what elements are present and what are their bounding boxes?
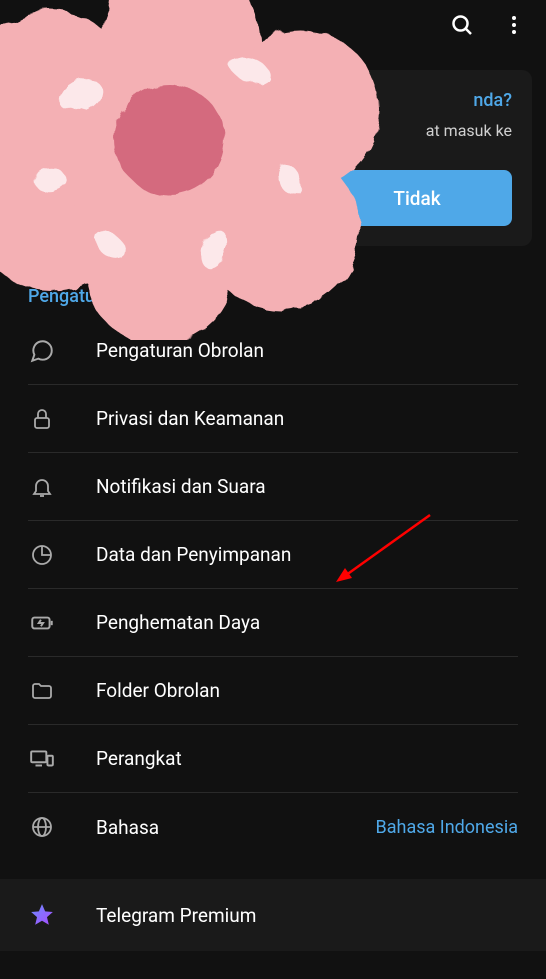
chat-bubble-icon bbox=[28, 337, 56, 365]
setting-item-chat[interactable]: Pengaturan Obrolan bbox=[28, 317, 518, 385]
search-icon[interactable] bbox=[450, 13, 474, 37]
devices-icon bbox=[28, 745, 56, 773]
lock-icon bbox=[28, 405, 56, 433]
setting-item-notifications[interactable]: Notifikasi dan Suara bbox=[28, 453, 518, 521]
setting-label: Notifikasi dan Suara bbox=[96, 475, 518, 498]
premium-label: Telegram Premium bbox=[96, 904, 518, 927]
settings-list: Pengaturan Obrolan Privasi dan Keamanan … bbox=[0, 317, 546, 861]
setting-label: Perangkat bbox=[96, 747, 518, 770]
banner-title: nda? bbox=[34, 90, 512, 111]
setting-item-privacy[interactable]: Privasi dan Keamanan bbox=[28, 385, 518, 453]
battery-icon bbox=[28, 609, 56, 637]
login-banner: nda? at masuk ke Tidak bbox=[14, 70, 532, 246]
setting-item-devices[interactable]: Perangkat bbox=[28, 725, 518, 793]
section-header-pengaturan: Pengaturan bbox=[0, 246, 546, 317]
setting-label: Bahasa bbox=[96, 816, 376, 839]
setting-item-chat-folders[interactable]: Folder Obrolan bbox=[28, 657, 518, 725]
pie-chart-icon bbox=[28, 541, 56, 569]
premium-item[interactable]: Telegram Premium bbox=[28, 879, 518, 951]
setting-item-data-storage[interactable]: Data dan Penyimpanan bbox=[28, 521, 518, 589]
banner-no-label: Tidak bbox=[393, 187, 440, 210]
globe-icon bbox=[28, 813, 56, 841]
star-icon bbox=[28, 901, 56, 929]
more-vertical-icon[interactable] bbox=[502, 13, 526, 37]
setting-label: Penghematan Daya bbox=[96, 611, 518, 634]
banner-subtitle: at masuk ke bbox=[34, 121, 512, 140]
setting-label: Folder Obrolan bbox=[96, 679, 518, 702]
setting-item-language[interactable]: Bahasa Bahasa Indonesia bbox=[28, 793, 518, 861]
premium-section: Telegram Premium bbox=[0, 879, 546, 951]
folder-icon bbox=[28, 677, 56, 705]
setting-value-language: Bahasa Indonesia bbox=[376, 817, 518, 838]
setting-label: Privasi dan Keamanan bbox=[96, 407, 518, 430]
setting-label: Pengaturan Obrolan bbox=[96, 339, 518, 362]
topbar bbox=[0, 0, 546, 50]
setting-label: Data dan Penyimpanan bbox=[96, 543, 518, 566]
setting-item-power-saving[interactable]: Penghematan Daya bbox=[28, 589, 518, 657]
banner-no-button[interactable]: Tidak bbox=[322, 170, 512, 226]
bell-icon bbox=[28, 473, 56, 501]
